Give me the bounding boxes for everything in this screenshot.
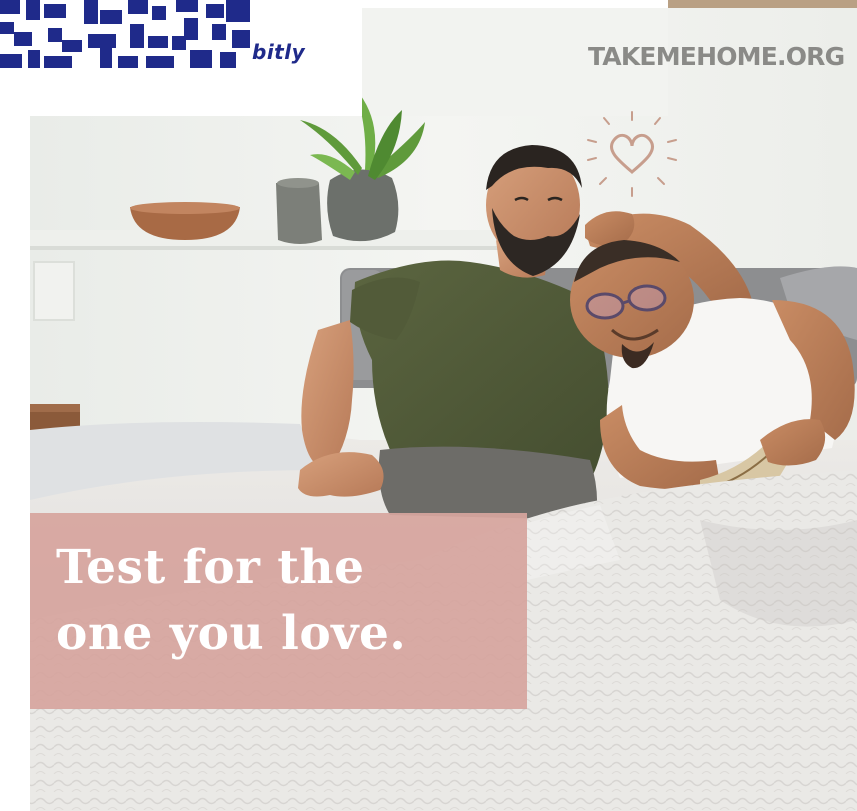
qr-code-area: bitly bbox=[0, 0, 362, 116]
ad-canvas: bitly TAKEMEHOME.ORG Test for the one yo… bbox=[0, 0, 857, 811]
headline-panel: Test for the one you love. bbox=[30, 513, 527, 709]
headline-line-2: one you love. bbox=[56, 606, 407, 661]
bitly-label: bitly bbox=[252, 40, 306, 64]
qr-code-icon[interactable] bbox=[0, 0, 252, 80]
top-right-photo-edge bbox=[668, 0, 857, 8]
headline: Test for the one you love. bbox=[56, 535, 516, 667]
headline-line-1: Test for the bbox=[56, 540, 365, 595]
site-url[interactable]: TAKEMEHOME.ORG bbox=[588, 40, 857, 74]
